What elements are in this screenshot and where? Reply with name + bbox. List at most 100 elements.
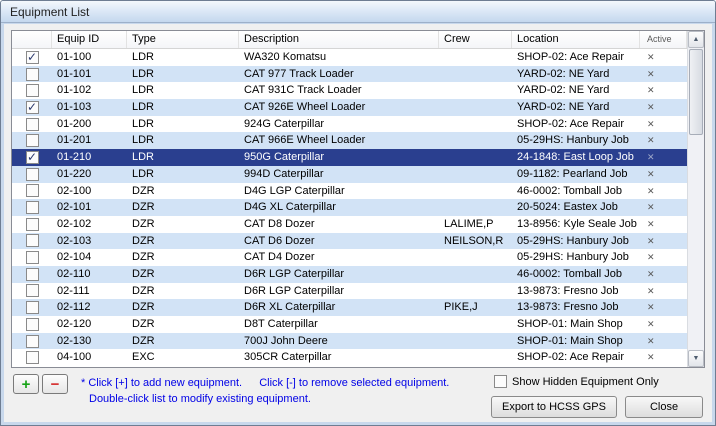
equipment-row[interactable]: 02-102 DZR CAT D8 Dozer LALIME,P 13-8956… bbox=[12, 215, 687, 233]
hint-line-1: * Click [+] to add new equipment. Click … bbox=[81, 377, 449, 389]
cell-equip-id: 02-104 bbox=[57, 251, 92, 264]
active-mark: ✕ bbox=[647, 152, 655, 163]
cell-type: LDR bbox=[132, 84, 155, 97]
row-checkbox[interactable] bbox=[25, 67, 39, 81]
cell-equip-id: 02-111 bbox=[57, 284, 90, 297]
equipment-row[interactable]: 02-100 DZR D4G LGP Caterpillar 46-0002: … bbox=[12, 182, 687, 200]
cell-equip-id: 01-200 bbox=[57, 117, 92, 130]
header-active[interactable]: Active bbox=[640, 31, 687, 48]
header-crew[interactable]: Crew bbox=[439, 31, 512, 48]
cell-type: LDR bbox=[132, 167, 155, 180]
cell-location: SHOP-02: Ace Repair bbox=[517, 117, 624, 130]
row-checkbox[interactable] bbox=[25, 234, 39, 248]
header-equip-id[interactable]: Equip ID bbox=[52, 31, 127, 48]
equipment-row[interactable]: 02-111 DZR D6R LGP Caterpillar 13-9873: … bbox=[12, 282, 687, 300]
cell-description: 700J John Deere bbox=[244, 334, 328, 347]
cell-description: CAT D8 Dozer bbox=[244, 217, 315, 230]
scrollbar-thumb[interactable] bbox=[689, 49, 703, 135]
equipment-row[interactable]: 02-103 DZR CAT D6 Dozer NEILSON,R 05-29H… bbox=[12, 232, 687, 250]
cell-type: DZR bbox=[132, 334, 155, 347]
cell-type: DZR bbox=[132, 234, 155, 247]
footer: + − * Click [+] to add new equipment. Cl… bbox=[11, 370, 705, 422]
row-checkbox[interactable] bbox=[25, 267, 39, 281]
equipment-row[interactable]: 01-201 LDR CAT 966E Wheel Loader 05-29HS… bbox=[12, 132, 687, 150]
cell-equip-id: 02-120 bbox=[57, 318, 92, 330]
equipment-row[interactable]: 02-110 DZR D6R LGP Caterpillar 46-0002: … bbox=[12, 265, 687, 283]
header-description[interactable]: Description bbox=[239, 31, 439, 48]
equipment-row[interactable]: 04-100 EXC 305CR Caterpillar SHOP-02: Ac… bbox=[12, 349, 687, 367]
cell-crew: PIKE,J bbox=[444, 301, 478, 314]
row-checkbox[interactable] bbox=[25, 351, 39, 365]
row-checkbox[interactable] bbox=[25, 301, 39, 315]
equipment-row[interactable]: 01-101 LDR CAT 977 Track Loader YARD-02:… bbox=[12, 65, 687, 83]
equipment-row[interactable]: 01-200 LDR 924G Caterpillar SHOP-02: Ace… bbox=[12, 115, 687, 133]
cell-crew bbox=[439, 99, 512, 116]
cell-crew bbox=[439, 82, 512, 99]
row-checkbox[interactable] bbox=[25, 84, 39, 98]
cell-crew bbox=[439, 183, 512, 200]
active-mark: ✕ bbox=[647, 118, 655, 129]
vertical-scrollbar[interactable]: ▲ ▼ bbox=[687, 31, 704, 367]
row-checkbox[interactable] bbox=[25, 317, 39, 331]
remove-equipment-button[interactable]: − bbox=[42, 374, 68, 394]
export-hcss-gps-button[interactable]: Export to HCSS GPS bbox=[491, 396, 617, 418]
row-checkbox[interactable]: ✓ bbox=[25, 150, 39, 164]
cell-type: EXC bbox=[132, 351, 155, 364]
row-checkbox[interactable] bbox=[25, 184, 39, 198]
row-checkbox[interactable] bbox=[25, 334, 39, 348]
equipment-row[interactable]: 01-102 LDR CAT 931C Track Loader YARD-02… bbox=[12, 82, 687, 100]
equipment-grid: Equip ID Type Description Crew Location … bbox=[11, 30, 705, 368]
cell-location: 20-5024: Eastex Job bbox=[517, 201, 618, 214]
cell-location: YARD-02: NE Yard bbox=[517, 84, 610, 97]
equipment-row[interactable]: ✓ 01-100 LDR WA320 Komatsu SHOP-02: Ace … bbox=[12, 49, 687, 66]
row-checkbox[interactable] bbox=[25, 134, 39, 148]
equipment-row[interactable]: 02-130 DZR 700J John Deere SHOP-01: Main… bbox=[12, 332, 687, 350]
cell-crew bbox=[439, 283, 512, 300]
equipment-list-window: Equipment List Equip ID Type Description… bbox=[0, 0, 716, 426]
cell-location: 13-9873: Fresno Job bbox=[517, 301, 619, 314]
row-checkbox-cell bbox=[12, 349, 52, 366]
row-checkbox-cell bbox=[12, 316, 52, 333]
scroll-down-icon[interactable]: ▼ bbox=[688, 350, 704, 367]
hint-remove-text: Click [-] to remove selected equipment. bbox=[259, 377, 450, 389]
cell-type: LDR bbox=[132, 67, 155, 80]
cell-location: YARD-02: NE Yard bbox=[517, 67, 610, 80]
close-button[interactable]: Close bbox=[625, 396, 703, 418]
equipment-row[interactable]: 02-112 DZR D6R XL Caterpillar PIKE,J 13-… bbox=[12, 299, 687, 316]
scroll-up-icon[interactable]: ▲ bbox=[688, 31, 704, 48]
cell-type: DZR bbox=[132, 184, 155, 197]
row-checkbox[interactable]: ✓ bbox=[25, 50, 39, 64]
active-mark: ✕ bbox=[647, 202, 655, 213]
hint-add-text: * Click [+] to add new equipment. bbox=[81, 377, 243, 389]
cell-equip-id: 01-100 bbox=[57, 51, 92, 63]
row-checkbox-cell bbox=[12, 199, 52, 216]
cell-crew bbox=[439, 349, 512, 366]
equipment-row[interactable]: ✓ 01-210 LDR 950G Caterpillar 24-1848: E… bbox=[12, 149, 687, 166]
equipment-row[interactable]: 02-104 DZR CAT D4 Dozer 05-29HS: Hanbury… bbox=[12, 249, 687, 266]
active-mark: ✕ bbox=[647, 68, 655, 79]
row-checkbox[interactable] bbox=[25, 117, 39, 131]
show-hidden-label[interactable]: Show Hidden Equipment Only bbox=[512, 376, 659, 388]
equipment-row[interactable]: 01-220 LDR 994D Caterpillar 09-1182: Pea… bbox=[12, 165, 687, 183]
hint-modify-text: Double-click list to modify existing equ… bbox=[89, 393, 311, 405]
titlebar[interactable]: Equipment List bbox=[1, 1, 715, 23]
cell-location: 09-1182: Pearland Job bbox=[517, 167, 628, 180]
equipment-row[interactable]: ✓ 01-103 LDR CAT 926E Wheel Loader YARD-… bbox=[12, 99, 687, 116]
cell-type: DZR bbox=[132, 267, 155, 280]
row-checkbox[interactable] bbox=[25, 217, 39, 231]
row-checkbox[interactable]: ✓ bbox=[25, 100, 39, 114]
row-checkbox[interactable] bbox=[25, 251, 39, 265]
equipment-row[interactable]: 02-120 DZR D8T Caterpillar SHOP-01: Main… bbox=[12, 316, 687, 333]
header-location[interactable]: Location bbox=[512, 31, 640, 48]
row-checkbox-cell bbox=[12, 249, 52, 266]
grid-body: ✓ 01-100 LDR WA320 Komatsu SHOP-02: Ace … bbox=[12, 49, 687, 367]
equipment-row[interactable]: 02-101 DZR D4G XL Caterpillar 20-5024: E… bbox=[12, 199, 687, 216]
row-checkbox[interactable] bbox=[25, 167, 39, 181]
row-checkbox[interactable] bbox=[25, 201, 39, 215]
cell-crew bbox=[439, 333, 512, 350]
header-type[interactable]: Type bbox=[127, 31, 239, 48]
show-hidden-checkbox[interactable] bbox=[494, 375, 507, 388]
row-checkbox[interactable] bbox=[25, 284, 39, 298]
cell-description: 924G Caterpillar bbox=[244, 117, 325, 130]
add-equipment-button[interactable]: + bbox=[13, 374, 39, 394]
